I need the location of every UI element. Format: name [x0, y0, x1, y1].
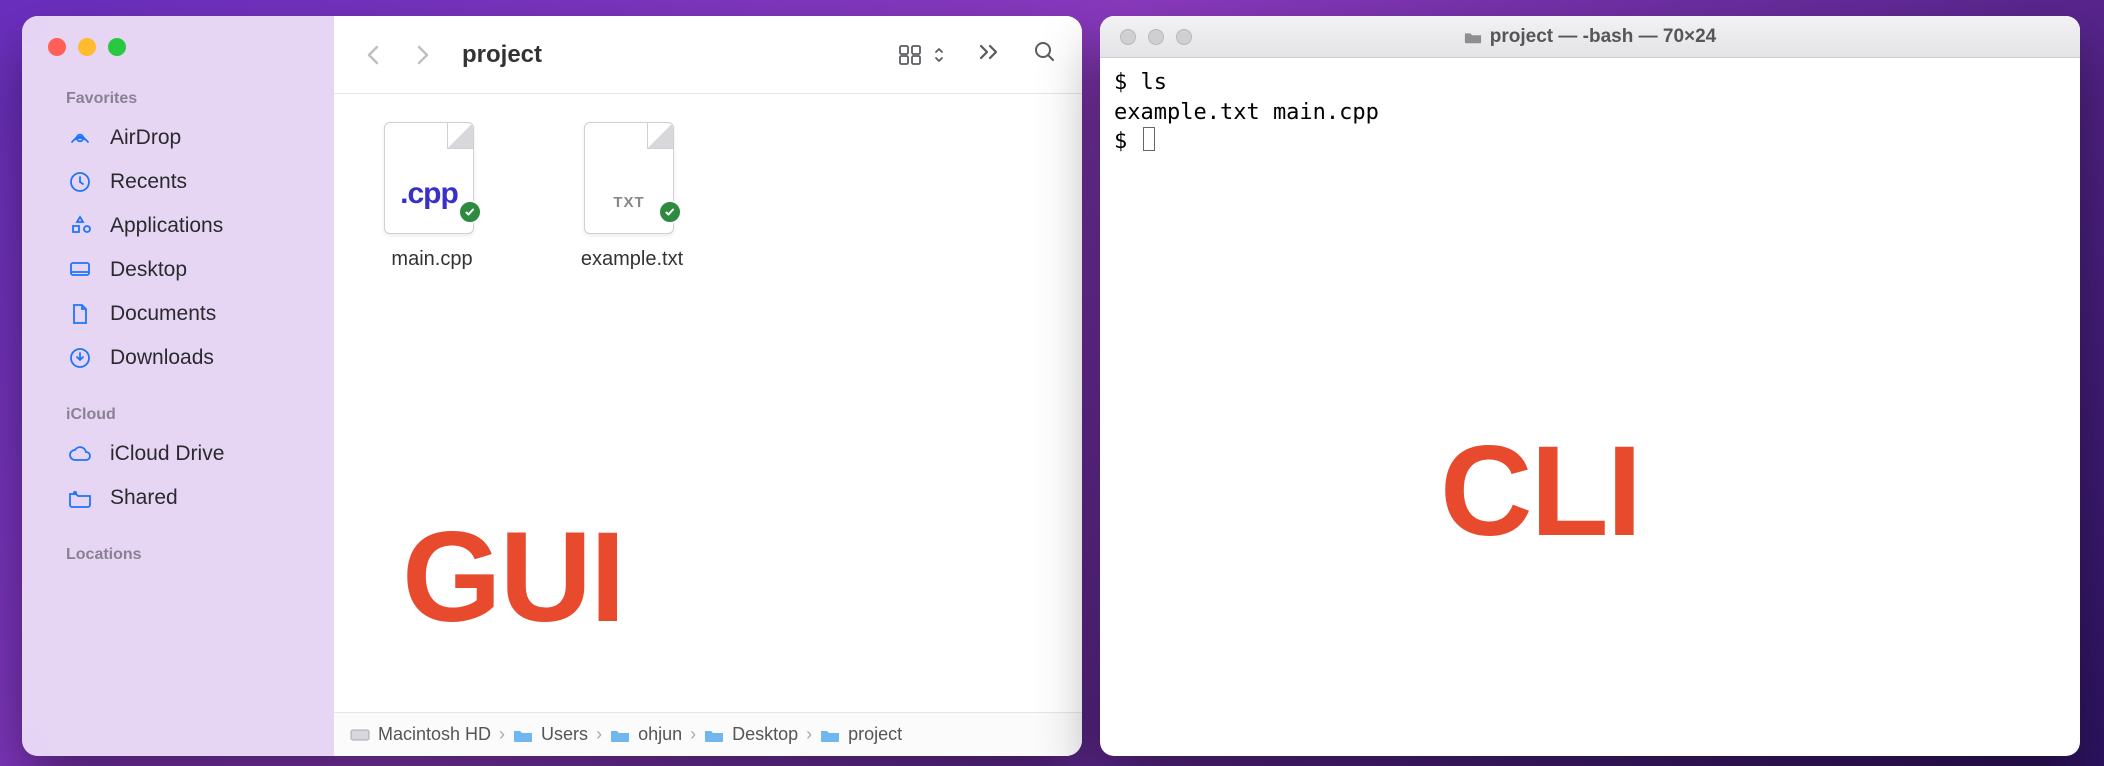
maximize-button[interactable]: [1176, 29, 1192, 45]
sidebar-item-label: iCloud Drive: [110, 442, 224, 466]
toolbar-overflow-button[interactable]: [976, 41, 1002, 68]
file-icon: .cpp: [384, 122, 480, 238]
applications-icon: [66, 214, 94, 238]
file-name: main.cpp: [391, 248, 472, 271]
nav-back-button[interactable]: [358, 39, 390, 71]
maximize-button[interactable]: [108, 38, 126, 56]
sidebar-item-label: Documents: [110, 302, 216, 326]
file-icon: TXT: [584, 122, 680, 238]
sidebar-item-downloads[interactable]: Downloads: [22, 336, 334, 380]
path-crumb[interactable]: Macintosh HD: [350, 724, 491, 745]
sidebar-item-label: Applications: [110, 214, 223, 238]
finder-sidebar: Favorites AirDrop Recents: [22, 16, 334, 756]
cloud-icon: [66, 443, 94, 465]
chevron-updown-icon: [932, 44, 946, 66]
finder-toolbar: project: [334, 16, 1082, 94]
overlay-label-gui: GUI: [402, 504, 624, 651]
sidebar-item-label: Desktop: [110, 258, 187, 282]
nav-forward-button[interactable]: [406, 39, 438, 71]
overlay-label-cli: CLI: [1440, 418, 1640, 565]
close-button[interactable]: [1120, 29, 1136, 45]
file-item[interactable]: TXT example.txt: [562, 122, 702, 271]
terminal-output: $ ls example.txt main.cpp $: [1114, 68, 2066, 157]
path-crumb-label: Users: [541, 724, 588, 745]
sidebar-section-label: iCloud: [22, 398, 334, 432]
sidebar-item-desktop[interactable]: Desktop: [22, 248, 334, 292]
files-area[interactable]: .cpp main.cpp TXT: [334, 94, 1082, 712]
folder-icon: [704, 727, 724, 743]
view-mode-button[interactable]: [898, 44, 946, 66]
path-crumb[interactable]: Users: [513, 724, 588, 745]
harddrive-icon: [350, 727, 370, 743]
airdrop-icon: [66, 126, 94, 150]
search-icon: [1032, 39, 1058, 65]
sync-badge-icon: [458, 200, 482, 224]
path-separator-icon: ›: [596, 724, 602, 745]
sidebar-item-applications[interactable]: Applications: [22, 204, 334, 248]
file-item[interactable]: .cpp main.cpp: [362, 122, 502, 271]
sidebar-item-documents[interactable]: Documents: [22, 292, 334, 336]
sidebar-item-recents[interactable]: Recents: [22, 160, 334, 204]
window-traffic-lights: [1100, 29, 1192, 45]
sidebar-item-icloud-drive[interactable]: iCloud Drive: [22, 432, 334, 476]
close-button[interactable]: [48, 38, 66, 56]
path-crumb[interactable]: Desktop: [704, 724, 798, 745]
folder-title: project: [462, 41, 542, 69]
sidebar-section-label: Locations: [22, 538, 334, 572]
sync-badge-icon: [658, 200, 682, 224]
sidebar-item-label: Shared: [110, 486, 178, 510]
sidebar-item-shared[interactable]: Shared: [22, 476, 334, 520]
path-separator-icon: ›: [499, 724, 505, 745]
window-traffic-lights: [22, 38, 334, 82]
path-crumb-label: Macintosh HD: [378, 724, 491, 745]
finder-window: Favorites AirDrop Recents: [22, 16, 1082, 756]
file-name: example.txt: [581, 248, 683, 271]
document-icon: [66, 302, 94, 326]
folder-icon: [513, 727, 533, 743]
clock-icon: [66, 170, 94, 194]
terminal-window: project — -bash — 70×24 $ ls example.txt…: [1100, 16, 2080, 756]
minimize-button[interactable]: [78, 38, 96, 56]
folder-icon: [820, 727, 840, 743]
sidebar-item-label: Downloads: [110, 346, 214, 370]
path-crumb-label: project: [848, 724, 902, 745]
terminal-titlebar: project — -bash — 70×24: [1100, 16, 2080, 58]
folder-icon: [610, 727, 630, 743]
path-crumb[interactable]: project: [820, 724, 902, 745]
path-crumb-label: ohjun: [638, 724, 682, 745]
minimize-button[interactable]: [1148, 29, 1164, 45]
sidebar-item-airdrop[interactable]: AirDrop: [22, 116, 334, 160]
shared-folder-icon: [66, 487, 94, 509]
sidebar-item-label: AirDrop: [110, 126, 181, 150]
terminal-body[interactable]: $ ls example.txt main.cpp $ CLI: [1100, 58, 2080, 756]
folder-icon: [1464, 29, 1482, 45]
sidebar-item-label: Recents: [110, 170, 187, 194]
finder-main: project: [334, 16, 1082, 756]
path-crumb-label: Desktop: [732, 724, 798, 745]
path-separator-icon: ›: [690, 724, 696, 745]
path-bar[interactable]: Macintosh HD › Users › ohjun › Desktop ›…: [334, 712, 1082, 756]
path-separator-icon: ›: [806, 724, 812, 745]
desktop-icon: [66, 258, 94, 282]
search-button[interactable]: [1032, 39, 1058, 70]
sidebar-section-label: Favorites: [22, 82, 334, 116]
terminal-cursor: [1143, 127, 1155, 151]
terminal-title-text: project — -bash — 70×24: [1490, 26, 1717, 48]
downloads-icon: [66, 346, 94, 370]
path-crumb[interactable]: ohjun: [610, 724, 682, 745]
